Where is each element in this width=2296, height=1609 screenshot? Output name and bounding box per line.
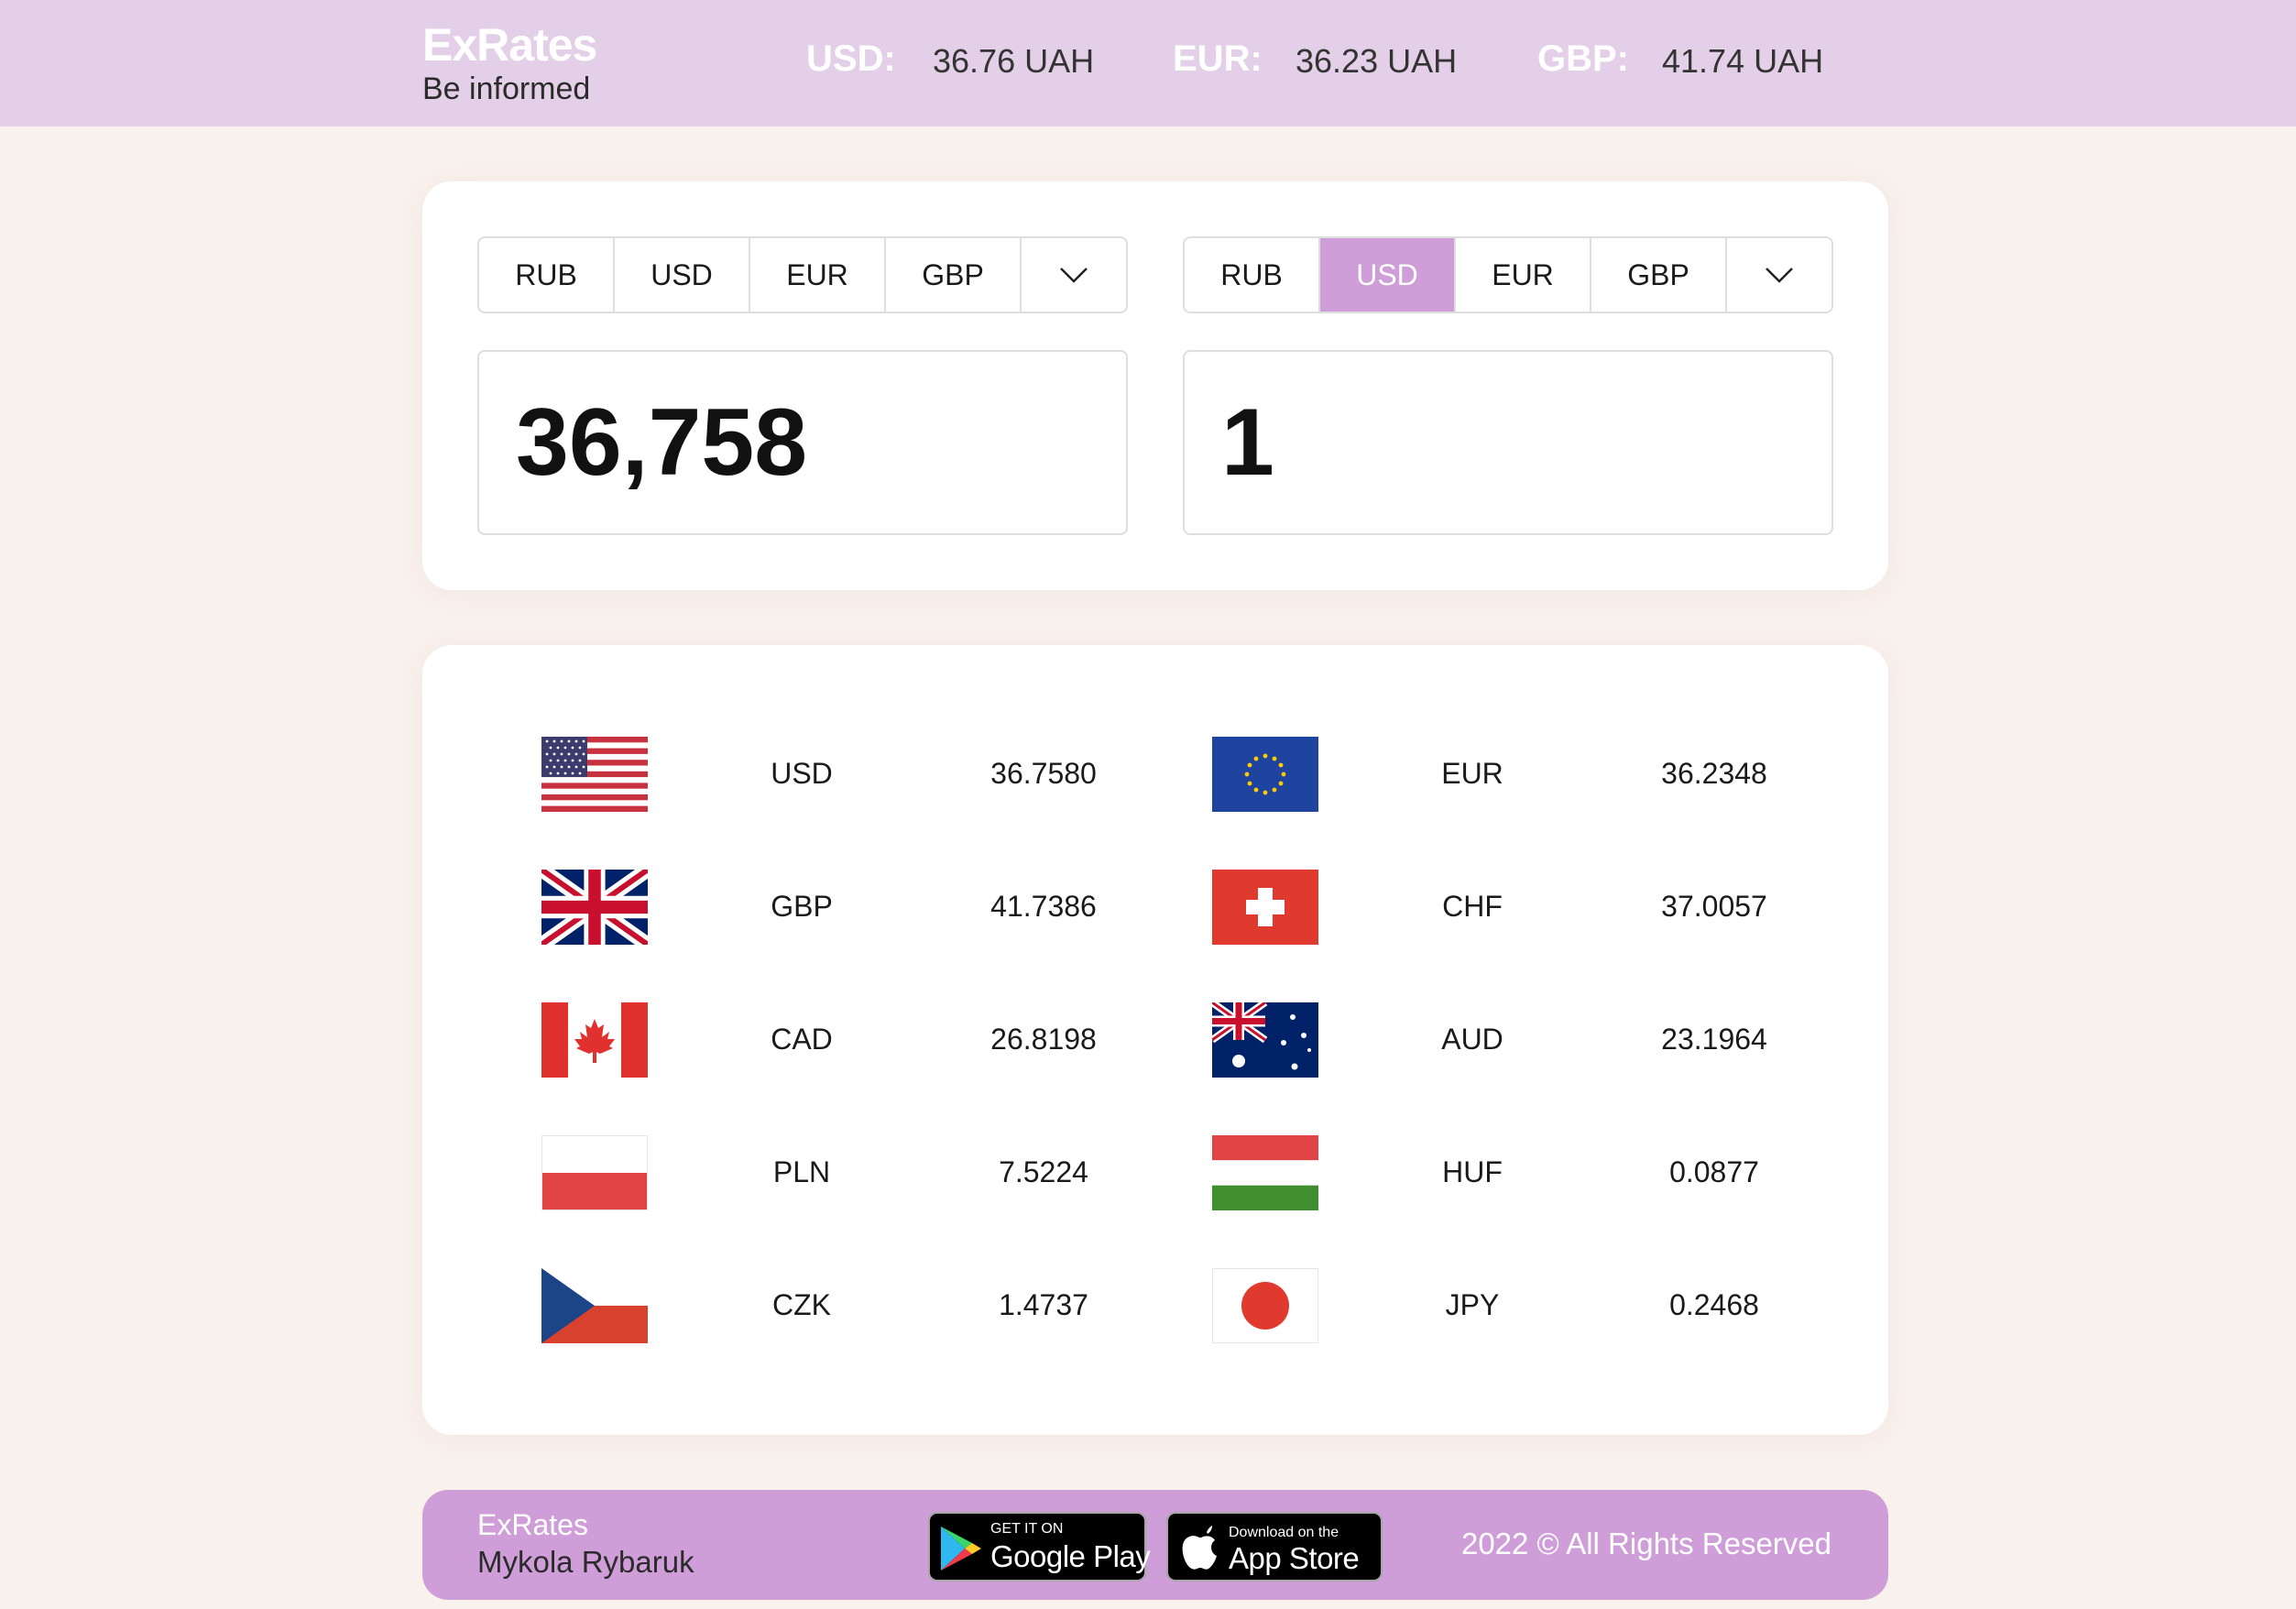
swiss-flag-icon xyxy=(1212,870,1318,945)
chevron-down-icon xyxy=(1060,268,1088,283)
rate-code: CHF xyxy=(1442,890,1503,923)
canada-flag-icon xyxy=(541,1002,648,1078)
converter-card: RUB USD EUR GBP RUB USD EUR GBP 36,758 1 xyxy=(422,181,1888,590)
from-amount-input[interactable]: 36,758 xyxy=(477,350,1128,535)
japan-flag-icon xyxy=(1212,1268,1318,1343)
rate-row-czk: CZK 1.4737 xyxy=(541,1268,1183,1345)
header-rate-value: 41.74 UAH xyxy=(1662,42,1824,80)
rate-row-chf: CHF 37.0057 xyxy=(1212,870,1853,947)
hungary-flag-icon xyxy=(1212,1135,1318,1210)
to-tab-usd[interactable]: USD xyxy=(1320,238,1456,312)
to-currency-dropdown[interactable] xyxy=(1727,238,1831,312)
rate-code: USD xyxy=(771,757,833,790)
google-play-icon xyxy=(941,1527,981,1571)
to-currency-tabs: RUB USD EUR GBP xyxy=(1183,236,1833,313)
top-header: ExRates Be informed USD: 36.76 UAH EUR: … xyxy=(0,0,2296,126)
logo-subtitle: Be informed xyxy=(422,71,591,106)
header-rate-code: GBP: xyxy=(1537,38,1629,79)
rates-card: USD 36.7580 GBP 41.7386 CAD 26.8198 PLN … xyxy=(422,645,1888,1435)
rate-value: 26.8198 xyxy=(990,1023,1097,1056)
from-tab-eur[interactable]: EUR xyxy=(750,238,886,312)
rate-value: 0.2468 xyxy=(1669,1288,1759,1321)
rate-value: 1.4737 xyxy=(999,1288,1088,1321)
app-store-small-text: Download on the xyxy=(1229,1525,1339,1540)
rate-value: 37.0057 xyxy=(1661,890,1767,923)
rate-code: CZK xyxy=(772,1288,831,1321)
czech-flag-icon xyxy=(541,1268,648,1343)
header-rate-value: 36.23 UAH xyxy=(1296,42,1458,80)
rate-value: 36.2348 xyxy=(1661,757,1767,790)
rate-code: HUF xyxy=(1442,1155,1503,1188)
footer-brand: ExRates xyxy=(477,1508,588,1541)
google-play-small-text: GET IT ON xyxy=(990,1521,1064,1537)
footer-author: Mykola Rybaruk xyxy=(477,1545,694,1579)
to-tab-eur[interactable]: EUR xyxy=(1456,238,1591,312)
google-play-big-text: Google Play xyxy=(990,1539,1151,1573)
rate-row-eur: EUR 36.2348 xyxy=(1212,737,1853,814)
from-currency-dropdown[interactable] xyxy=(1022,238,1126,312)
to-amount-input[interactable]: 1 xyxy=(1183,350,1833,535)
from-currency-tabs: RUB USD EUR GBP xyxy=(477,236,1128,313)
rate-code: CAD xyxy=(771,1023,833,1056)
rate-code: GBP xyxy=(771,890,833,923)
rate-code: PLN xyxy=(772,1155,831,1188)
apple-icon xyxy=(1182,1526,1217,1570)
rate-row-usd: USD 36.7580 xyxy=(541,737,1183,814)
to-tab-gbp[interactable]: GBP xyxy=(1591,238,1727,312)
to-tab-rub[interactable]: RUB xyxy=(1185,238,1320,312)
uk-flag-icon xyxy=(541,870,648,945)
rate-row-jpy: JPY 0.2468 xyxy=(1212,1268,1853,1345)
rate-value: 0.0877 xyxy=(1669,1155,1759,1188)
header-rate-code: EUR: xyxy=(1173,38,1263,79)
from-tab-gbp[interactable]: GBP xyxy=(886,238,1022,312)
rate-code: EUR xyxy=(1441,757,1503,790)
header-rate-code: USD: xyxy=(806,38,896,79)
eu-flag-icon xyxy=(1212,737,1318,812)
rate-value: 41.7386 xyxy=(990,890,1097,923)
app-store-button[interactable]: Download on the App Store xyxy=(1166,1512,1383,1582)
poland-flag-icon xyxy=(541,1135,648,1210)
from-tab-rub[interactable]: RUB xyxy=(479,238,615,312)
rate-row-cad: CAD 26.8198 xyxy=(541,1002,1183,1079)
copyright-text: 2022 © All Rights Reserved xyxy=(1460,1527,1831,1560)
australia-flag-icon xyxy=(1212,1002,1318,1078)
rate-row-pln: PLN 7.5224 xyxy=(541,1135,1183,1212)
chevron-down-icon xyxy=(1766,268,1793,283)
rate-row-huf: HUF 0.0877 xyxy=(1212,1135,1853,1212)
rate-value: 36.7580 xyxy=(990,757,1097,790)
app-store-big-text: App Store xyxy=(1229,1541,1360,1575)
rate-row-aud: AUD 23.1964 xyxy=(1212,1002,1853,1079)
google-play-button[interactable]: GET IT ON Google Play xyxy=(928,1512,1151,1582)
rate-row-gbp: GBP 41.7386 xyxy=(541,870,1183,947)
footer: ExRates Mykola Rybaruk GET IT ON Google … xyxy=(422,1490,1888,1600)
logo-title[interactable]: ExRates xyxy=(422,18,597,71)
us-flag-icon xyxy=(541,737,648,812)
rate-code: JPY xyxy=(1445,1288,1500,1321)
rate-value: 23.1964 xyxy=(1661,1023,1767,1056)
rate-value: 7.5224 xyxy=(999,1155,1088,1188)
header-rate-value: 36.76 UAH xyxy=(933,42,1095,80)
rate-code: AUD xyxy=(1441,1023,1503,1056)
from-tab-usd[interactable]: USD xyxy=(615,238,750,312)
